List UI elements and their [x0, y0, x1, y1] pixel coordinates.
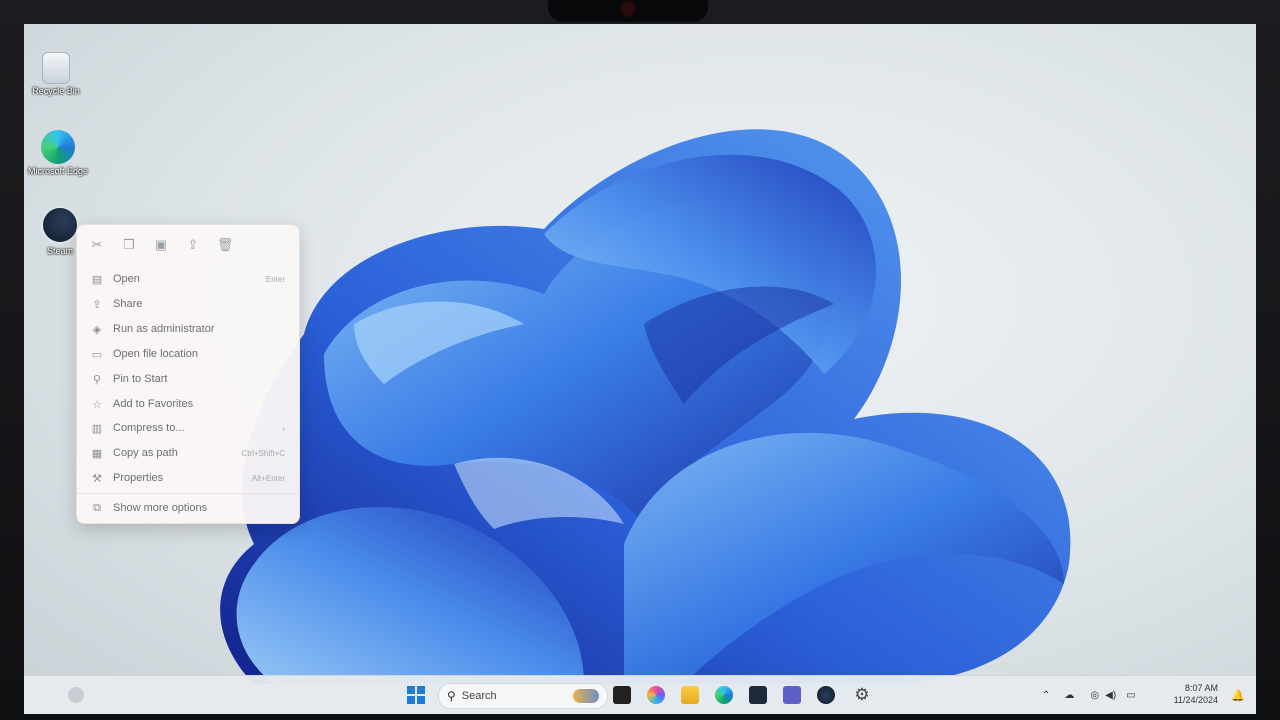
desktop-screen: Recycle Bin Microsoft Edge Steam ✂ ❐ ▣ ⇪…	[24, 24, 1256, 714]
task-view-icon	[613, 686, 631, 704]
taskbar-teams[interactable]	[780, 683, 804, 707]
menu-item-properties[interactable]: ⚒ Properties Alt+Enter	[85, 467, 291, 489]
menu-separator	[77, 493, 299, 494]
menu-item-shortcut: Alt+Enter	[251, 473, 285, 483]
menu-item-open-file-location[interactable]: ▭ Open file location	[85, 343, 291, 365]
menu-item-label: Share	[113, 298, 143, 310]
context-quick-actions: ✂ ❐ ▣ ⇪ 🗑	[87, 235, 235, 257]
path-icon: ▦	[91, 447, 103, 460]
menu-item-label: Run as administrator	[113, 323, 215, 335]
menu-item-label: Add to Favorites	[113, 398, 194, 410]
menu-item-label: Show more options	[113, 502, 208, 514]
clock-time: 8:07 AM	[1184, 683, 1218, 693]
menu-item-shortcut: Enter	[265, 274, 285, 284]
recycle-bin-icon	[42, 52, 70, 84]
desktop-icon-label: Microsoft Edge	[27, 166, 89, 176]
menu-item-label: Pin to Start	[113, 373, 168, 385]
context-menu: ✂ ❐ ▣ ⇪ 🗑 ▤ Open Enter ⇪ Share ◈ Run as …	[76, 224, 300, 524]
windows-logo-icon	[407, 686, 425, 704]
menu-item-compress[interactable]: ▥ Compress to... ›	[85, 417, 291, 439]
cloud-icon[interactable]: ☁	[1064, 690, 1074, 701]
start-button[interactable]	[404, 683, 428, 707]
taskbar-store[interactable]	[746, 683, 770, 707]
desktop-icon-label: Recycle Bin	[32, 86, 80, 96]
menu-item-label: Open	[113, 273, 140, 285]
bell-icon: 🔔	[1231, 689, 1245, 702]
gear-icon: ⚙	[854, 685, 870, 704]
menu-item-open[interactable]: ▤ Open Enter	[85, 268, 291, 290]
copy-icon[interactable]: ❐	[119, 235, 139, 255]
steam-icon	[41, 206, 79, 244]
menu-item-copy-as-path[interactable]: ▦ Copy as path Ctrl+Shift+C	[85, 442, 291, 464]
desktop-icon-edge[interactable]: Microsoft Edge	[24, 130, 93, 177]
menu-item-show-more-options[interactable]: ⧉ Show more options	[85, 497, 291, 519]
edge-icon	[41, 130, 75, 164]
taskbar-steam[interactable]	[814, 683, 838, 707]
chevron-right-icon: ›	[282, 423, 285, 433]
widgets-icon	[68, 687, 84, 703]
menu-item-shortcut: Ctrl+Shift+C	[241, 448, 285, 458]
taskbar-clock[interactable]: 8:07 AM 11/24/2024	[1174, 682, 1218, 706]
rename-icon[interactable]: ▣	[151, 235, 171, 255]
share-icon[interactable]: ⇪	[183, 235, 203, 255]
share-icon: ⇪	[92, 298, 102, 311]
shield-icon: ◈	[92, 323, 102, 336]
webcam-led	[622, 3, 634, 15]
folder-icon	[681, 686, 699, 704]
search-icon: ⚲	[447, 689, 456, 703]
widgets-button[interactable]	[64, 683, 88, 707]
notifications-button[interactable]: 🔔	[1228, 683, 1248, 707]
search-highlight-icon	[573, 689, 599, 703]
volume-icon[interactable]: ◀)	[1105, 690, 1116, 701]
menu-item-share[interactable]: ⇪ Share	[85, 293, 291, 315]
menu-item-label: Properties	[113, 472, 164, 484]
store-icon	[749, 686, 767, 704]
wrench-icon: ⚒	[92, 472, 102, 485]
menu-item-label: Copy as path	[113, 447, 178, 459]
battery-icon[interactable]: ▭	[1126, 690, 1135, 701]
webcam	[548, 0, 708, 22]
taskbar-search[interactable]: ⚲ Search	[438, 683, 608, 709]
desktop-icon-recycle-bin[interactable]: Recycle Bin	[24, 52, 91, 97]
system-tray: ⌃ ☁ ◎ ◀) ▭	[1042, 676, 1136, 714]
more-options-icon: ⧉	[93, 501, 101, 514]
cut-icon[interactable]: ✂	[87, 235, 107, 255]
teams-icon	[783, 686, 801, 704]
pin-icon: ⚲	[92, 373, 102, 386]
chevron-up-icon[interactable]: ⌃	[1042, 690, 1050, 701]
archive-icon: ▥	[91, 422, 103, 435]
network-icon[interactable]: ◎	[1090, 690, 1099, 701]
star-icon: ☆	[92, 398, 102, 411]
open-icon: ▤	[91, 273, 103, 286]
menu-item-label: Compress to...	[113, 422, 185, 434]
taskbar-task-view[interactable]	[610, 683, 634, 707]
edge-icon	[715, 686, 733, 704]
steam-icon	[817, 686, 835, 704]
delete-icon[interactable]: 🗑	[215, 235, 235, 255]
copilot-icon	[647, 686, 665, 704]
folder-icon: ▭	[91, 348, 103, 361]
search-label: Search	[461, 690, 497, 702]
taskbar-copilot[interactable]	[644, 683, 668, 707]
taskbar: ⚲ Search ⚙ ⌃ ☁ ◎ ◀) ▭ 8:07 AM 11/24/2024…	[24, 675, 1256, 714]
clock-date: 11/24/2024	[1173, 695, 1218, 705]
taskbar-file-explorer[interactable]	[678, 683, 702, 707]
menu-item-label: Open file location	[113, 348, 198, 360]
menu-item-add-to-favorites[interactable]: ☆ Add to Favorites	[85, 393, 291, 415]
taskbar-edge[interactable]	[712, 683, 736, 707]
menu-item-run-as-admin[interactable]: ◈ Run as administrator	[85, 318, 291, 340]
menu-item-pin-to-start[interactable]: ⚲ Pin to Start	[85, 368, 291, 390]
taskbar-settings[interactable]: ⚙	[850, 683, 874, 707]
